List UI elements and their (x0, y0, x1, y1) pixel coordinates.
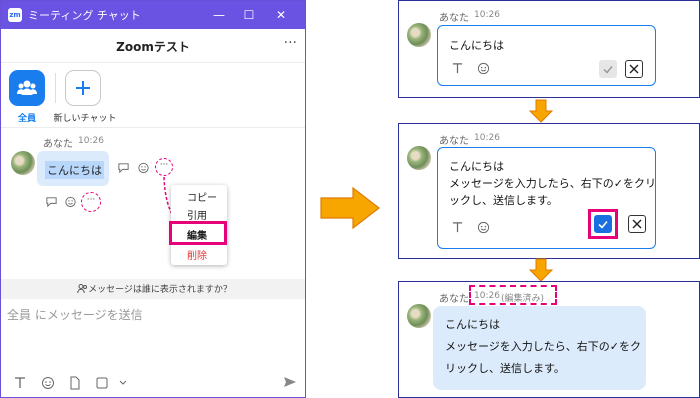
close-icon (629, 64, 639, 74)
nav-separator (1, 127, 305, 128)
menu-item-copy[interactable]: コピー (171, 189, 227, 204)
message-line-2: メッセージを入力したら、右下の✓をクリ (449, 177, 656, 190)
close-button[interactable]: ✕ (273, 7, 289, 23)
emoji-reaction-icon[interactable] (64, 195, 77, 208)
emoji-icon[interactable] (477, 221, 490, 234)
maximize-button[interactable]: ☐ (241, 7, 257, 23)
step2-panel: あなた 10:26 こんにちは メッセージを入力したら、右下の✓をクリ ックし、… (398, 123, 700, 259)
step3-panel: あなた 10:26 (編集済み) こんにちは メッセージを入力したら、右下の✓を… (398, 281, 700, 398)
close-icon (632, 219, 642, 229)
menu-item-quote[interactable]: 引用 (171, 207, 227, 222)
check-icon (598, 220, 608, 229)
message-sender: あなた (439, 136, 469, 147)
message-more-button[interactable]: ··· (155, 158, 173, 176)
message-line-3: ックし、送信します。 (449, 194, 558, 207)
avatar (11, 151, 35, 175)
title-bar: zm ミーティング チャット — ☐ ✕ (1, 1, 305, 29)
confirm-edit-button[interactable] (599, 60, 617, 78)
more-options-button[interactable]: ··· (284, 35, 297, 51)
cancel-edit-button[interactable] (628, 215, 646, 233)
avatar (407, 23, 431, 47)
chat-title: Zoomテスト (116, 40, 190, 54)
message-time: 10:26 (474, 133, 500, 143)
down-arrow-icon (528, 99, 554, 123)
message-time: 10:26 (78, 136, 104, 146)
message-text: こんにちは (449, 39, 504, 52)
nav-divider (55, 73, 56, 103)
message-more-button[interactable]: ··· (81, 192, 101, 212)
edit-message-box[interactable] (437, 25, 656, 86)
confirm-edit-button[interactable] (594, 215, 612, 233)
chevron-down-icon[interactable] (119, 379, 127, 387)
step1-panel: あなた 10:26 こんにちは (398, 0, 700, 98)
edited-highlight-box (469, 285, 557, 305)
chat-header: Zoomテスト ··· (1, 29, 305, 63)
text-format-icon[interactable] (451, 221, 464, 234)
text-format-icon[interactable] (13, 376, 27, 390)
message-sender: あなた (43, 139, 73, 150)
everyone-chat-button[interactable] (9, 70, 45, 106)
everyone-label: 全員 (17, 114, 36, 124)
emoji-icon[interactable] (477, 62, 490, 75)
down-arrow-icon (528, 258, 554, 282)
message-line-1: こんにちは (449, 160, 504, 173)
file-icon[interactable] (68, 376, 82, 390)
emoji-icon[interactable] (41, 376, 55, 390)
zoom-app-icon: zm (8, 8, 22, 22)
message-sender: あなた (439, 294, 469, 305)
check-icon (603, 66, 613, 74)
avatar (407, 146, 431, 170)
message-line-2: メッセージを入力したら、右下の✓をク (445, 340, 641, 353)
new-chat-button[interactable] (65, 70, 101, 106)
message-line-3: リックし、送信します。 (445, 362, 565, 375)
screenshot-icon[interactable] (95, 376, 109, 390)
plus-icon (76, 81, 90, 95)
minimize-button[interactable]: — (211, 7, 227, 23)
message-input[interactable]: 全員 にメッセージを送信 (7, 306, 143, 323)
message-time: 10:26 (474, 10, 500, 20)
message-sender: あなた (439, 13, 469, 24)
visibility-text: メッセージは誰に表示されますか？ (88, 285, 232, 295)
meeting-chat-window: zm ミーティング チャット — ☐ ✕ Zoomテスト ··· 全員 新しいチ… (0, 0, 306, 398)
message-text: こんにちは (45, 161, 104, 179)
send-icon[interactable] (283, 375, 297, 389)
people-icon (17, 80, 37, 95)
avatar (407, 304, 431, 328)
window-title: ミーティング チャット (28, 9, 141, 22)
reply-icon[interactable] (45, 195, 58, 208)
new-chat-label: 新しいチャット (53, 114, 117, 124)
right-arrow-icon (320, 186, 380, 230)
cancel-edit-button[interactable] (625, 60, 643, 78)
text-format-icon[interactable] (451, 62, 464, 75)
compose-toolbar (1, 373, 305, 393)
edit-highlight-box (169, 221, 227, 245)
message-line-1: こんにちは (445, 318, 500, 331)
menu-item-delete[interactable]: 削除 (171, 247, 227, 262)
emoji-reaction-icon[interactable] (137, 161, 150, 174)
reply-icon[interactable] (117, 161, 130, 174)
